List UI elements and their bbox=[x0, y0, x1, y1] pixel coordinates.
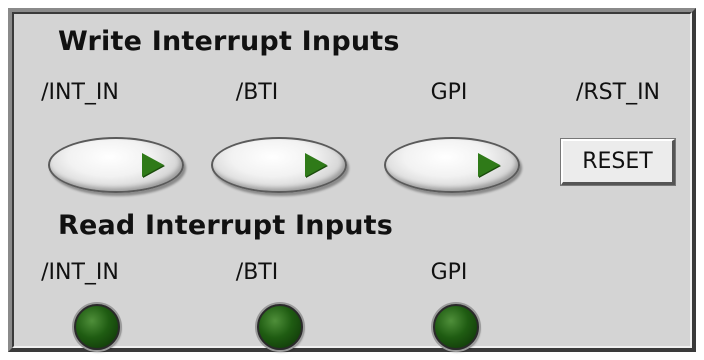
write-rst-in-label: /RST_IN bbox=[575, 80, 661, 105]
gpi-toggle-switch[interactable] bbox=[384, 137, 520, 193]
write-int-in-label: /INT_IN bbox=[41, 80, 119, 105]
bti-toggle-switch[interactable] bbox=[211, 137, 347, 193]
write-interrupt-inputs-title: Write Interrupt Inputs bbox=[58, 26, 400, 57]
read-interrupt-inputs-title: Read Interrupt Inputs bbox=[58, 210, 394, 241]
read-int-in-label: /INT_IN bbox=[41, 260, 119, 285]
reset-button[interactable]: RESET bbox=[560, 138, 676, 186]
write-gpi-label: GPI bbox=[430, 80, 468, 105]
arrow-right-icon bbox=[142, 153, 164, 177]
gpi-indicator-led bbox=[433, 304, 479, 350]
read-gpi-label: GPI bbox=[430, 260, 468, 285]
interrupt-panel: Write Interrupt Inputs /INT_IN /BTI GPI … bbox=[8, 8, 696, 352]
bti-indicator-led bbox=[257, 304, 303, 350]
read-bti-label: /BTI bbox=[235, 260, 279, 285]
arrow-right-icon bbox=[478, 153, 500, 177]
write-bti-label: /BTI bbox=[235, 80, 279, 105]
int-in-indicator-led bbox=[74, 304, 120, 350]
arrow-right-icon bbox=[305, 153, 327, 177]
panel-frame: Write Interrupt Inputs /INT_IN /BTI GPI … bbox=[12, 12, 692, 350]
int-in-toggle-switch[interactable] bbox=[48, 137, 184, 193]
